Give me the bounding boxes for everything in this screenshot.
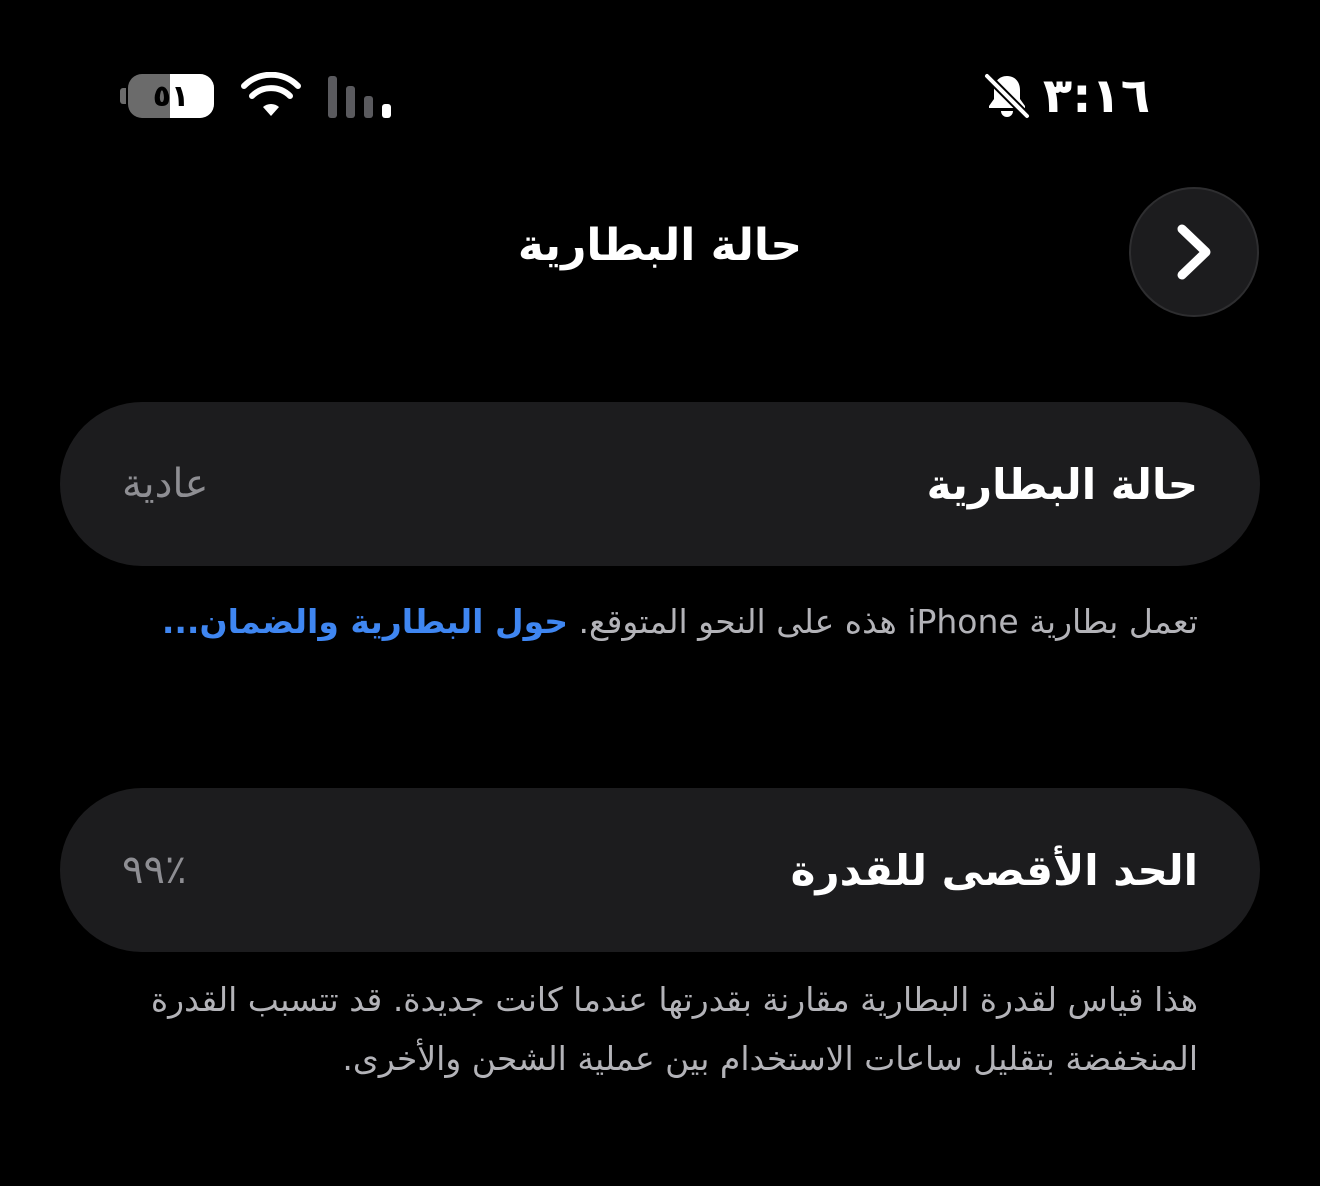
battery-health-note: تعمل بطارية iPhone هذه على النحو المتوقع… xyxy=(118,592,1198,651)
battery-health-row[interactable]: حالة البطارية عادية xyxy=(60,402,1260,566)
maximum-capacity-note: هذا قياس لقدرة البطارية مقارنة بقدرتها ع… xyxy=(150,980,1198,1078)
battery-health-value: عادية xyxy=(122,461,209,507)
maximum-capacity-label: الحد الأقصى للقدرة xyxy=(790,845,1198,895)
battery-health-label: حالة البطارية xyxy=(926,459,1198,509)
chevron-right-icon xyxy=(1177,224,1211,280)
battery-warranty-link[interactable]: حول البطارية والضمان... xyxy=(162,602,568,641)
page-title: حالة البطارية xyxy=(517,220,803,271)
status-bar: ٣:١٦ ٥١ xyxy=(0,0,1320,190)
status-indicators: ٥١ xyxy=(118,70,396,122)
bell-slash-icon xyxy=(982,72,1031,120)
battery-icon: ٥١ xyxy=(118,70,216,122)
screen: ٣:١٦ ٥١ حالة البطارية حالة البطارية عادي… xyxy=(0,0,1320,1186)
battery-level: ٥١ xyxy=(152,78,190,114)
back-button[interactable] xyxy=(1129,187,1259,317)
maximum-capacity-value: ٪٩٩ xyxy=(122,847,187,893)
wifi-icon xyxy=(241,72,301,116)
status-time-group: ٣:١٦ xyxy=(981,66,1150,126)
cellular-signal-icon xyxy=(328,76,391,118)
status-time: ٣:١٦ xyxy=(1042,68,1150,124)
maximum-capacity-row[interactable]: الحد الأقصى للقدرة ٪٩٩ xyxy=(60,788,1260,952)
battery-health-note-text: تعمل بطارية iPhone هذه على النحو المتوقع… xyxy=(568,602,1198,641)
